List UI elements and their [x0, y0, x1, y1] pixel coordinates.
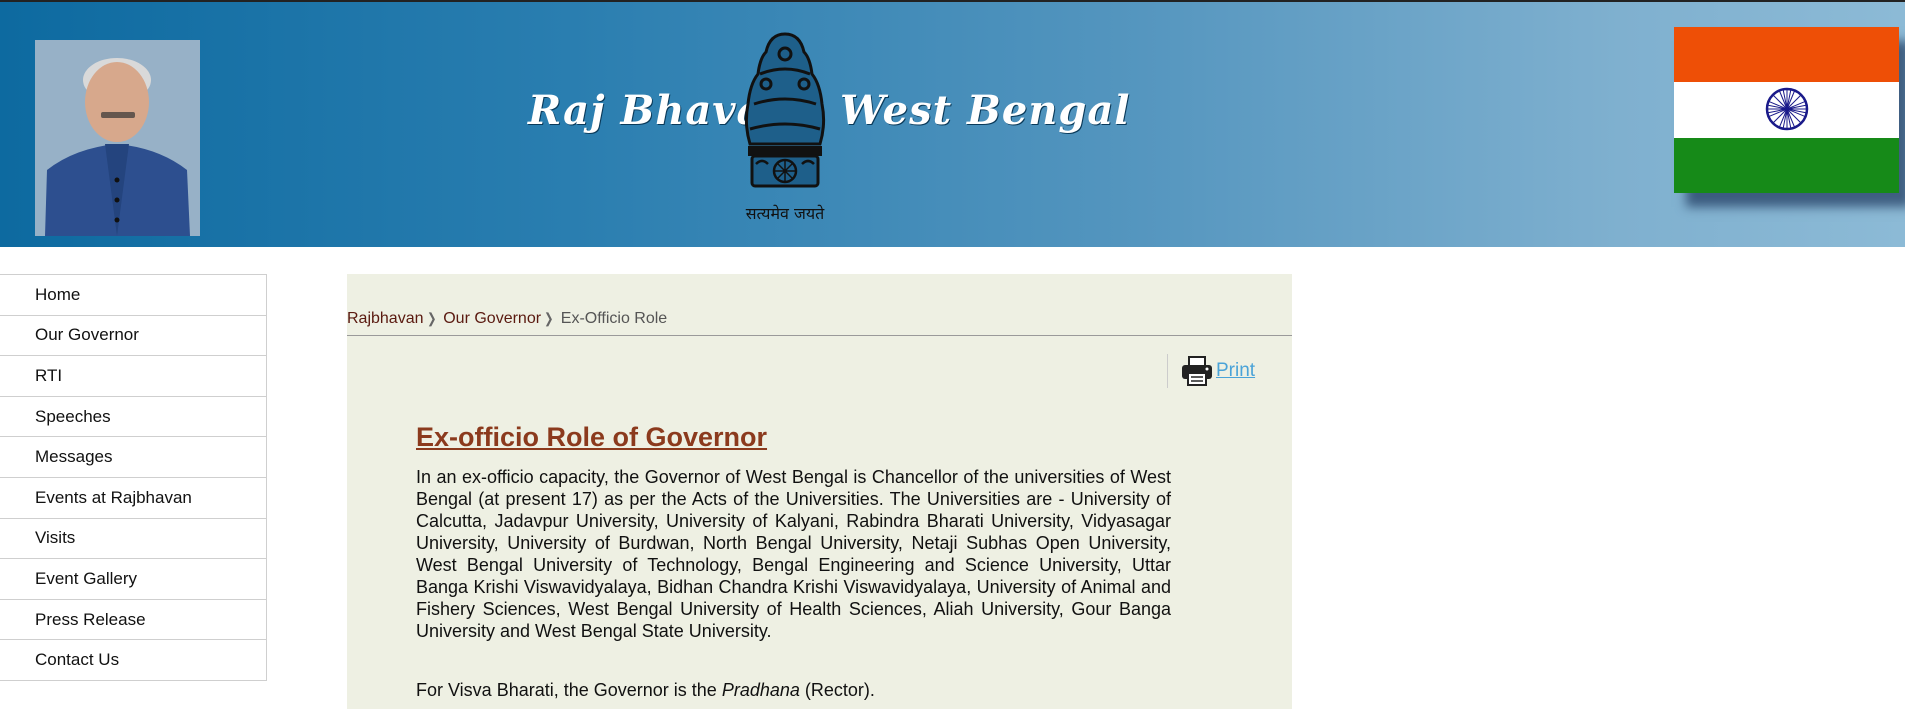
flag-green-band [1674, 137, 1899, 193]
sidebar-item-contact-us[interactable]: Contact Us [0, 640, 267, 681]
chevron-right-icon: ❯ [426, 310, 437, 326]
breadcrumb-link-rajbhavan[interactable]: Rajbhavan [347, 310, 424, 328]
sidebar-item-our-governor[interactable]: Our Governor [0, 315, 267, 357]
paragraph-2-prefix: For Visva Bharati, the Governor is the [416, 680, 722, 700]
printer-icon[interactable] [1180, 355, 1214, 387]
national-motto: सत्यमेव जयते [745, 204, 825, 223]
ashoka-chakra-icon [1765, 88, 1809, 131]
sidebar-item-speeches[interactable]: Speeches [0, 396, 267, 438]
flag-white-band [1674, 82, 1899, 138]
sidebar-nav: Home Our Governor RTI Speeches Messages … [0, 274, 267, 681]
page-title: Ex-officio Role of Governor [416, 422, 768, 452]
chevron-right-icon: ❯ [544, 310, 554, 326]
sidebar-item-event-gallery[interactable]: Event Gallery [0, 559, 267, 600]
print-control[interactable]: Print [1167, 354, 1255, 388]
paragraph-2-emphasis: Pradhana [721, 680, 800, 700]
breadcrumb-current: Ex-Officio Role [560, 310, 668, 327]
site-title-right: West Bengal [840, 87, 1131, 134]
sidebar-item-rti[interactable]: RTI [0, 356, 267, 397]
governor-portrait [35, 40, 200, 236]
india-flag [1674, 27, 1899, 193]
ashoka-emblem-icon [744, 32, 826, 188]
sidebar-item-press-release[interactable]: Press Release [0, 599, 267, 641]
breadcrumb-link-our-governor[interactable]: Our Governor [443, 310, 541, 328]
breadcrumb: Rajbhavan ❯ Our Governor ❯ Ex-Officio Role [347, 310, 1292, 336]
sidebar-item-events-at-rajbhavan[interactable]: Events at Rajbhavan [0, 477, 267, 519]
article-paragraph-2: For Visva Bharati, the Governor is the P… [416, 679, 1171, 701]
main-content: Rajbhavan ❯ Our Governor ❯ Ex-Officio Role P… [347, 274, 1292, 709]
sidebar-item-home[interactable]: Home [0, 275, 267, 316]
governor-photo-icon [35, 40, 200, 236]
national-emblem: सत्यमेव जयते [730, 24, 840, 224]
site-header: Raj Bhavan सत्यमेव जयते West Bengal [0, 0, 1905, 247]
paragraph-2-suffix: (Rector). [799, 680, 875, 700]
sidebar-item-messages[interactable]: Messages [0, 437, 267, 478]
article-paragraph-1: In an ex-officio capacity, the Governor … [416, 467, 1171, 641]
flag-saffron-band [1674, 27, 1899, 83]
print-link[interactable]: Print [1216, 360, 1255, 382]
sidebar-item-visits[interactable]: Visits [0, 518, 267, 560]
